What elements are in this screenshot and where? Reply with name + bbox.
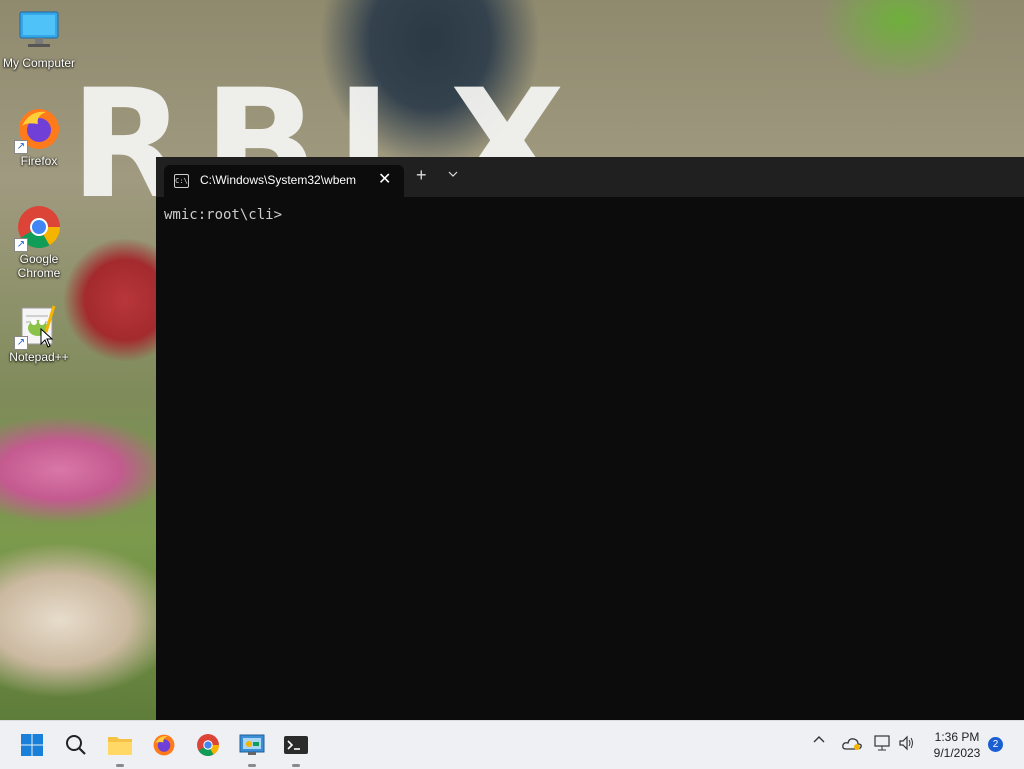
mouse-cursor-icon: [40, 327, 54, 353]
volume-icon[interactable]: [898, 735, 916, 754]
desktop-icon-label: My Computer: [2, 56, 76, 70]
firefox-icon: ↗: [14, 106, 62, 154]
desktop-icon-label: Firefox: [20, 154, 58, 168]
search-icon: [66, 735, 86, 755]
terminal-tab[interactable]: C:\ C:\Windows\System32\wbem ✕: [164, 165, 404, 197]
monitor-icon: [16, 8, 62, 54]
notepadpp-icon: ↗: [14, 302, 62, 350]
desktop-icon-notepadpp[interactable]: ↗ Notepad++: [0, 302, 78, 364]
file-explorer-icon: [108, 737, 132, 755]
desktop-icon-my-computer[interactable]: My Computer: [0, 8, 78, 70]
network-icon[interactable]: [874, 735, 892, 754]
taskbar-control-panel[interactable]: [236, 729, 268, 767]
console-output[interactable]: wmic:root\cli>: [164, 207, 282, 223]
terminal-window[interactable]: C:\ C:\Windows\System32\wbem ✕ + wmic:ro…: [156, 157, 1024, 720]
firefox-icon: [153, 734, 175, 756]
start-button[interactable]: [16, 729, 48, 761]
cmd-icon: C:\: [174, 174, 189, 188]
close-tab-icon[interactable]: ✕: [378, 169, 391, 189]
clock-time: 1:36 PM: [934, 730, 980, 744]
show-hidden-icons-chevron[interactable]: [813, 733, 825, 749]
running-indicator: [248, 764, 256, 767]
desktop-icon-label: Notepad++: [9, 350, 69, 364]
terminal-icon: [284, 736, 308, 754]
start-icon: [21, 734, 43, 756]
search-button[interactable]: [60, 729, 92, 761]
onedrive-icon[interactable]: [842, 737, 862, 754]
clock[interactable]: 1:36 PM 9/1/2023: [928, 729, 986, 761]
chrome-icon: ↗: [14, 204, 62, 252]
terminal-titlebar[interactable]: C:\ C:\Windows\System32\wbem ✕ +: [156, 157, 1024, 197]
running-indicator: [292, 764, 300, 767]
notification-badge[interactable]: 2: [988, 737, 1003, 752]
chrome-icon: [197, 734, 219, 756]
control-panel-icon: [239, 734, 265, 755]
taskbar-file-explorer[interactable]: [104, 729, 136, 767]
shortcut-arrow-icon: ↗: [14, 336, 28, 350]
new-tab-button[interactable]: +: [416, 165, 427, 186]
chevron-down-icon[interactable]: [448, 167, 458, 181]
desktop-icon-label: Google Chrome: [17, 252, 61, 280]
running-indicator: [116, 764, 124, 767]
taskbar-terminal[interactable]: [280, 729, 312, 767]
taskbar-firefox[interactable]: [148, 729, 180, 761]
tab-title: C:\Windows\System32\wbem: [200, 173, 357, 187]
command-prompt: wmic:root\cli>: [164, 207, 283, 223]
taskbar-chrome[interactable]: [192, 729, 224, 761]
shortcut-arrow-icon: ↗: [14, 140, 28, 154]
shortcut-arrow-icon: ↗: [14, 238, 28, 252]
desktop-icon-chrome[interactable]: ↗ Google Chrome: [0, 204, 78, 280]
desktop-icon-firefox[interactable]: ↗ Firefox: [0, 106, 78, 168]
taskbar: 1:36 PM 9/1/2023 2: [0, 720, 1024, 769]
clock-date: 9/1/2023: [933, 746, 981, 760]
